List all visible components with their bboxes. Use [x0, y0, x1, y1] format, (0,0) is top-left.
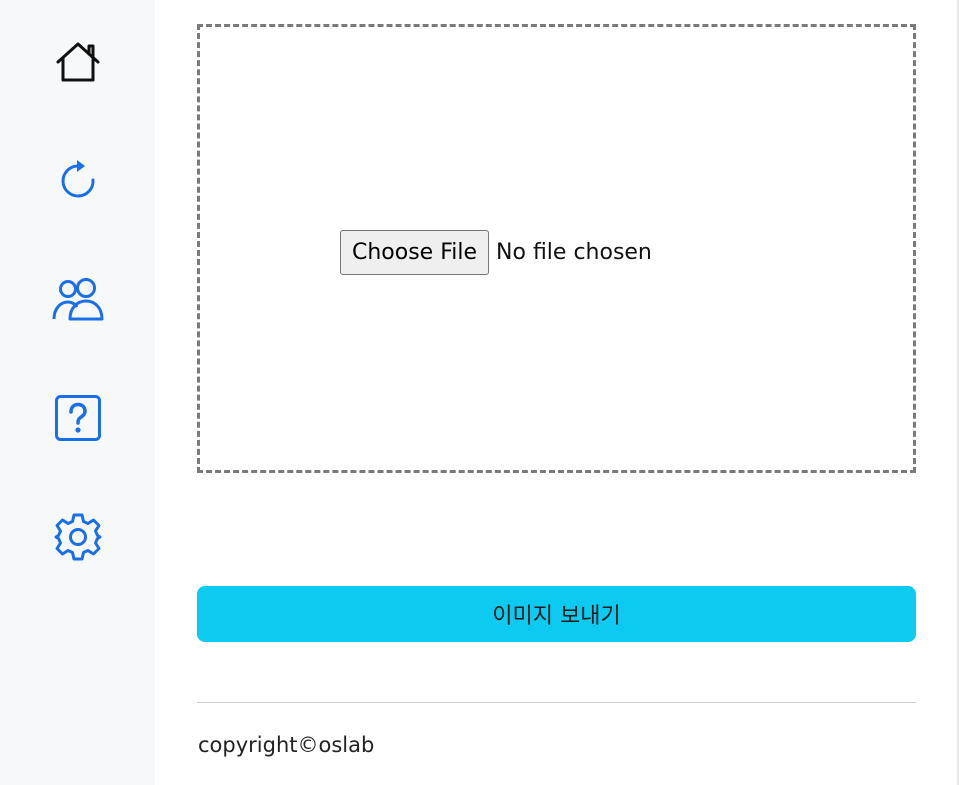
footer-divider	[197, 702, 916, 703]
sidebar-item-users[interactable]	[50, 271, 106, 327]
app-window: Choose File No file chosen 이미지 보내기 copyr…	[0, 0, 959, 785]
refresh-icon	[61, 160, 95, 198]
file-status-text: No file chosen	[496, 240, 652, 265]
copyright-text: copyright©oslab	[198, 733, 375, 757]
people-icon	[52, 278, 104, 321]
sidebar-item-help[interactable]	[50, 390, 106, 446]
file-input[interactable]: Choose File No file chosen	[340, 230, 652, 275]
sidebar-item-home[interactable]	[50, 34, 106, 90]
sidebar-item-refresh[interactable]	[50, 152, 106, 208]
sidebar-item-settings[interactable]	[50, 509, 106, 565]
sidebar	[0, 0, 155, 785]
home-icon	[56, 42, 100, 82]
choose-file-button[interactable]: Choose File	[340, 230, 490, 275]
gear-icon	[54, 513, 102, 561]
send-image-button[interactable]: 이미지 보내기	[197, 586, 916, 642]
question-square-icon	[55, 395, 101, 441]
image-dropzone[interactable]: Choose File No file chosen	[197, 24, 916, 473]
